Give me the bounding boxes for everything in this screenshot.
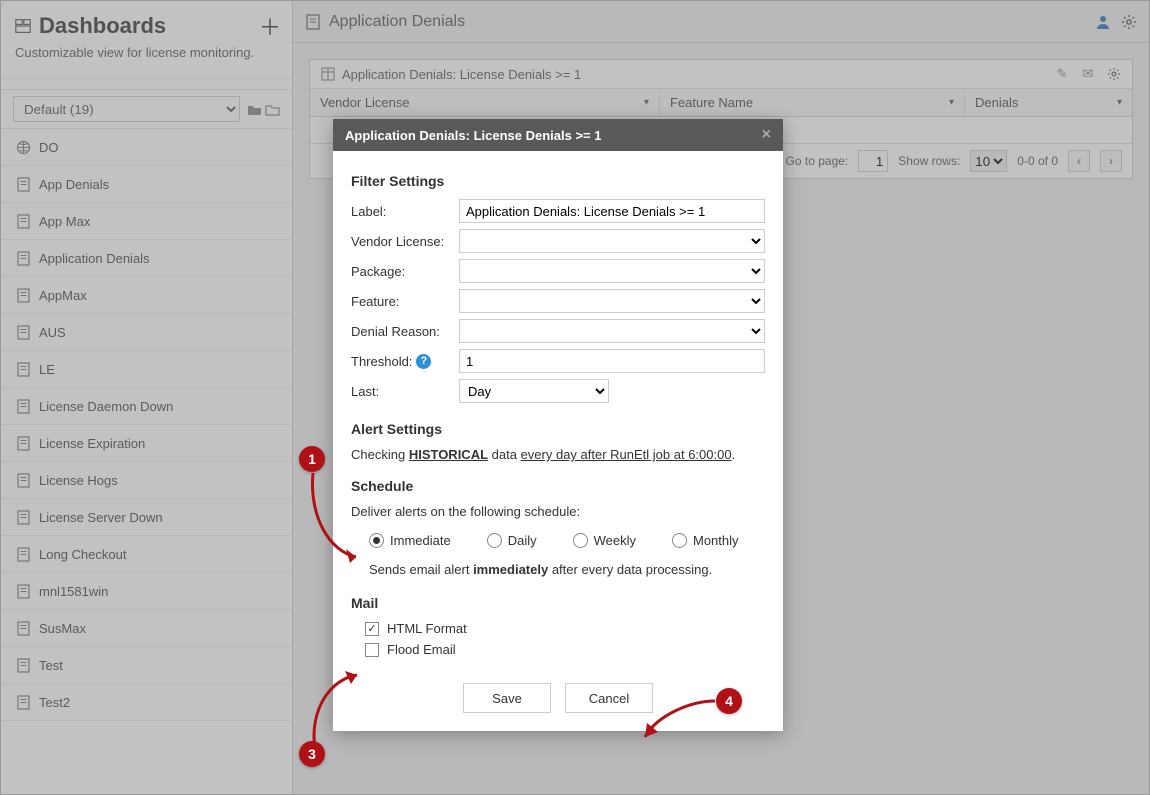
cancel-button[interactable]: Cancel	[565, 683, 653, 713]
last-select[interactable]: Day	[459, 379, 609, 403]
vendor-label: Vendor License:	[351, 234, 459, 249]
close-icon[interactable]: ×	[762, 127, 771, 143]
radio-immediate[interactable]: Immediate	[369, 533, 451, 548]
schedule-description: Deliver alerts on the following schedule…	[351, 504, 765, 519]
html-format-checkbox[interactable]: ✓HTML Format	[365, 621, 765, 636]
callout-4: 4	[716, 688, 742, 714]
radio-daily[interactable]: Daily	[487, 533, 537, 548]
mail-heading: Mail	[351, 595, 765, 611]
schedule-note: Sends email alert immediately after ever…	[351, 562, 765, 577]
package-select[interactable]	[459, 259, 765, 283]
schedule-heading: Schedule	[351, 478, 765, 494]
feature-label: Feature:	[351, 294, 459, 309]
feature-select[interactable]	[459, 289, 765, 313]
flood-email-checkbox[interactable]: Flood Email	[365, 642, 765, 657]
radio-weekly[interactable]: Weekly	[573, 533, 636, 548]
threshold-input[interactable]	[459, 349, 765, 373]
reason-label: Denial Reason:	[351, 324, 459, 339]
last-label: Last:	[351, 384, 459, 399]
package-label: Package:	[351, 264, 459, 279]
help-icon[interactable]: ?	[416, 354, 431, 369]
label-label: Label:	[351, 204, 459, 219]
save-button[interactable]: Save	[463, 683, 551, 713]
callout-1: 1	[299, 446, 325, 472]
threshold-label: Threshold:?	[351, 354, 459, 369]
callout-3: 3	[299, 741, 325, 767]
alert-settings-heading: Alert Settings	[351, 421, 765, 437]
alert-description: Checking HISTORICAL data every day after…	[351, 447, 765, 462]
vendor-select[interactable]	[459, 229, 765, 253]
label-input[interactable]	[459, 199, 765, 223]
dialog-title-text: Application Denials: License Denials >= …	[345, 128, 601, 143]
reason-select[interactable]	[459, 319, 765, 343]
filter-settings-dialog: Application Denials: License Denials >= …	[333, 119, 783, 731]
filter-settings-heading: Filter Settings	[351, 173, 765, 189]
radio-monthly[interactable]: Monthly	[672, 533, 739, 548]
